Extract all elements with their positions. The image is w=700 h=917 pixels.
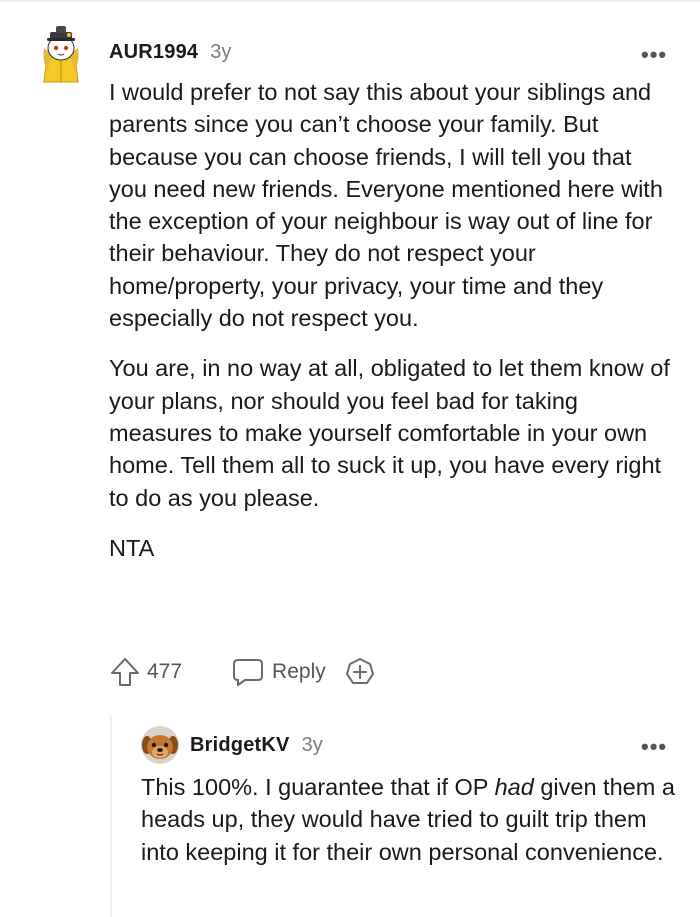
comment-body: I would prefer to not say this about you… bbox=[109, 76, 674, 582]
more-options-button[interactable]: ••• bbox=[641, 44, 667, 66]
comment-paragraph: NTA bbox=[109, 534, 155, 561]
reply-body: This 100%. I guarantee that if OP had gi… bbox=[141, 771, 681, 868]
user-avatar[interactable] bbox=[140, 725, 180, 765]
comment-age: 3y bbox=[210, 40, 232, 63]
divider bbox=[0, 0, 700, 2]
reply-username[interactable]: BridgetKV bbox=[190, 734, 290, 757]
upvote-arrow-icon[interactable] bbox=[109, 656, 141, 688]
comment-username[interactable]: AUR1994 bbox=[109, 41, 198, 64]
thread-line[interactable] bbox=[110, 715, 112, 917]
reply-more-options-button[interactable]: ••• bbox=[641, 736, 667, 758]
speech-bubble-icon bbox=[232, 657, 264, 687]
reply-button[interactable]: Reply bbox=[232, 657, 326, 687]
comment-thread: AUR1994 3y ••• I would prefer to not say… bbox=[0, 0, 700, 917]
user-avatar[interactable] bbox=[38, 24, 84, 84]
dog-avatar-icon bbox=[141, 726, 179, 764]
reply-text: This 100%. I guarantee that if OP bbox=[141, 774, 495, 800]
reply-label: Reply bbox=[272, 660, 326, 683]
reply-header: BridgetKV 3y bbox=[190, 730, 323, 760]
plus-circle-icon[interactable] bbox=[344, 656, 376, 688]
reply-text-emphasis: had bbox=[494, 774, 534, 800]
comment-paragraph: I would prefer to not say this about you… bbox=[109, 79, 663, 332]
avatar-icon bbox=[43, 26, 79, 83]
comment-header: AUR1994 3y bbox=[109, 37, 231, 67]
reply-age: 3y bbox=[301, 733, 323, 756]
vote-count: 477 bbox=[147, 660, 183, 683]
comment-paragraph: You are, in no way at all, obligated to … bbox=[109, 355, 670, 511]
reply-comment: BridgetKV 3y ••• This 100%. I guarantee … bbox=[110, 715, 700, 917]
comment-actions: 477 Reply bbox=[109, 654, 376, 690]
